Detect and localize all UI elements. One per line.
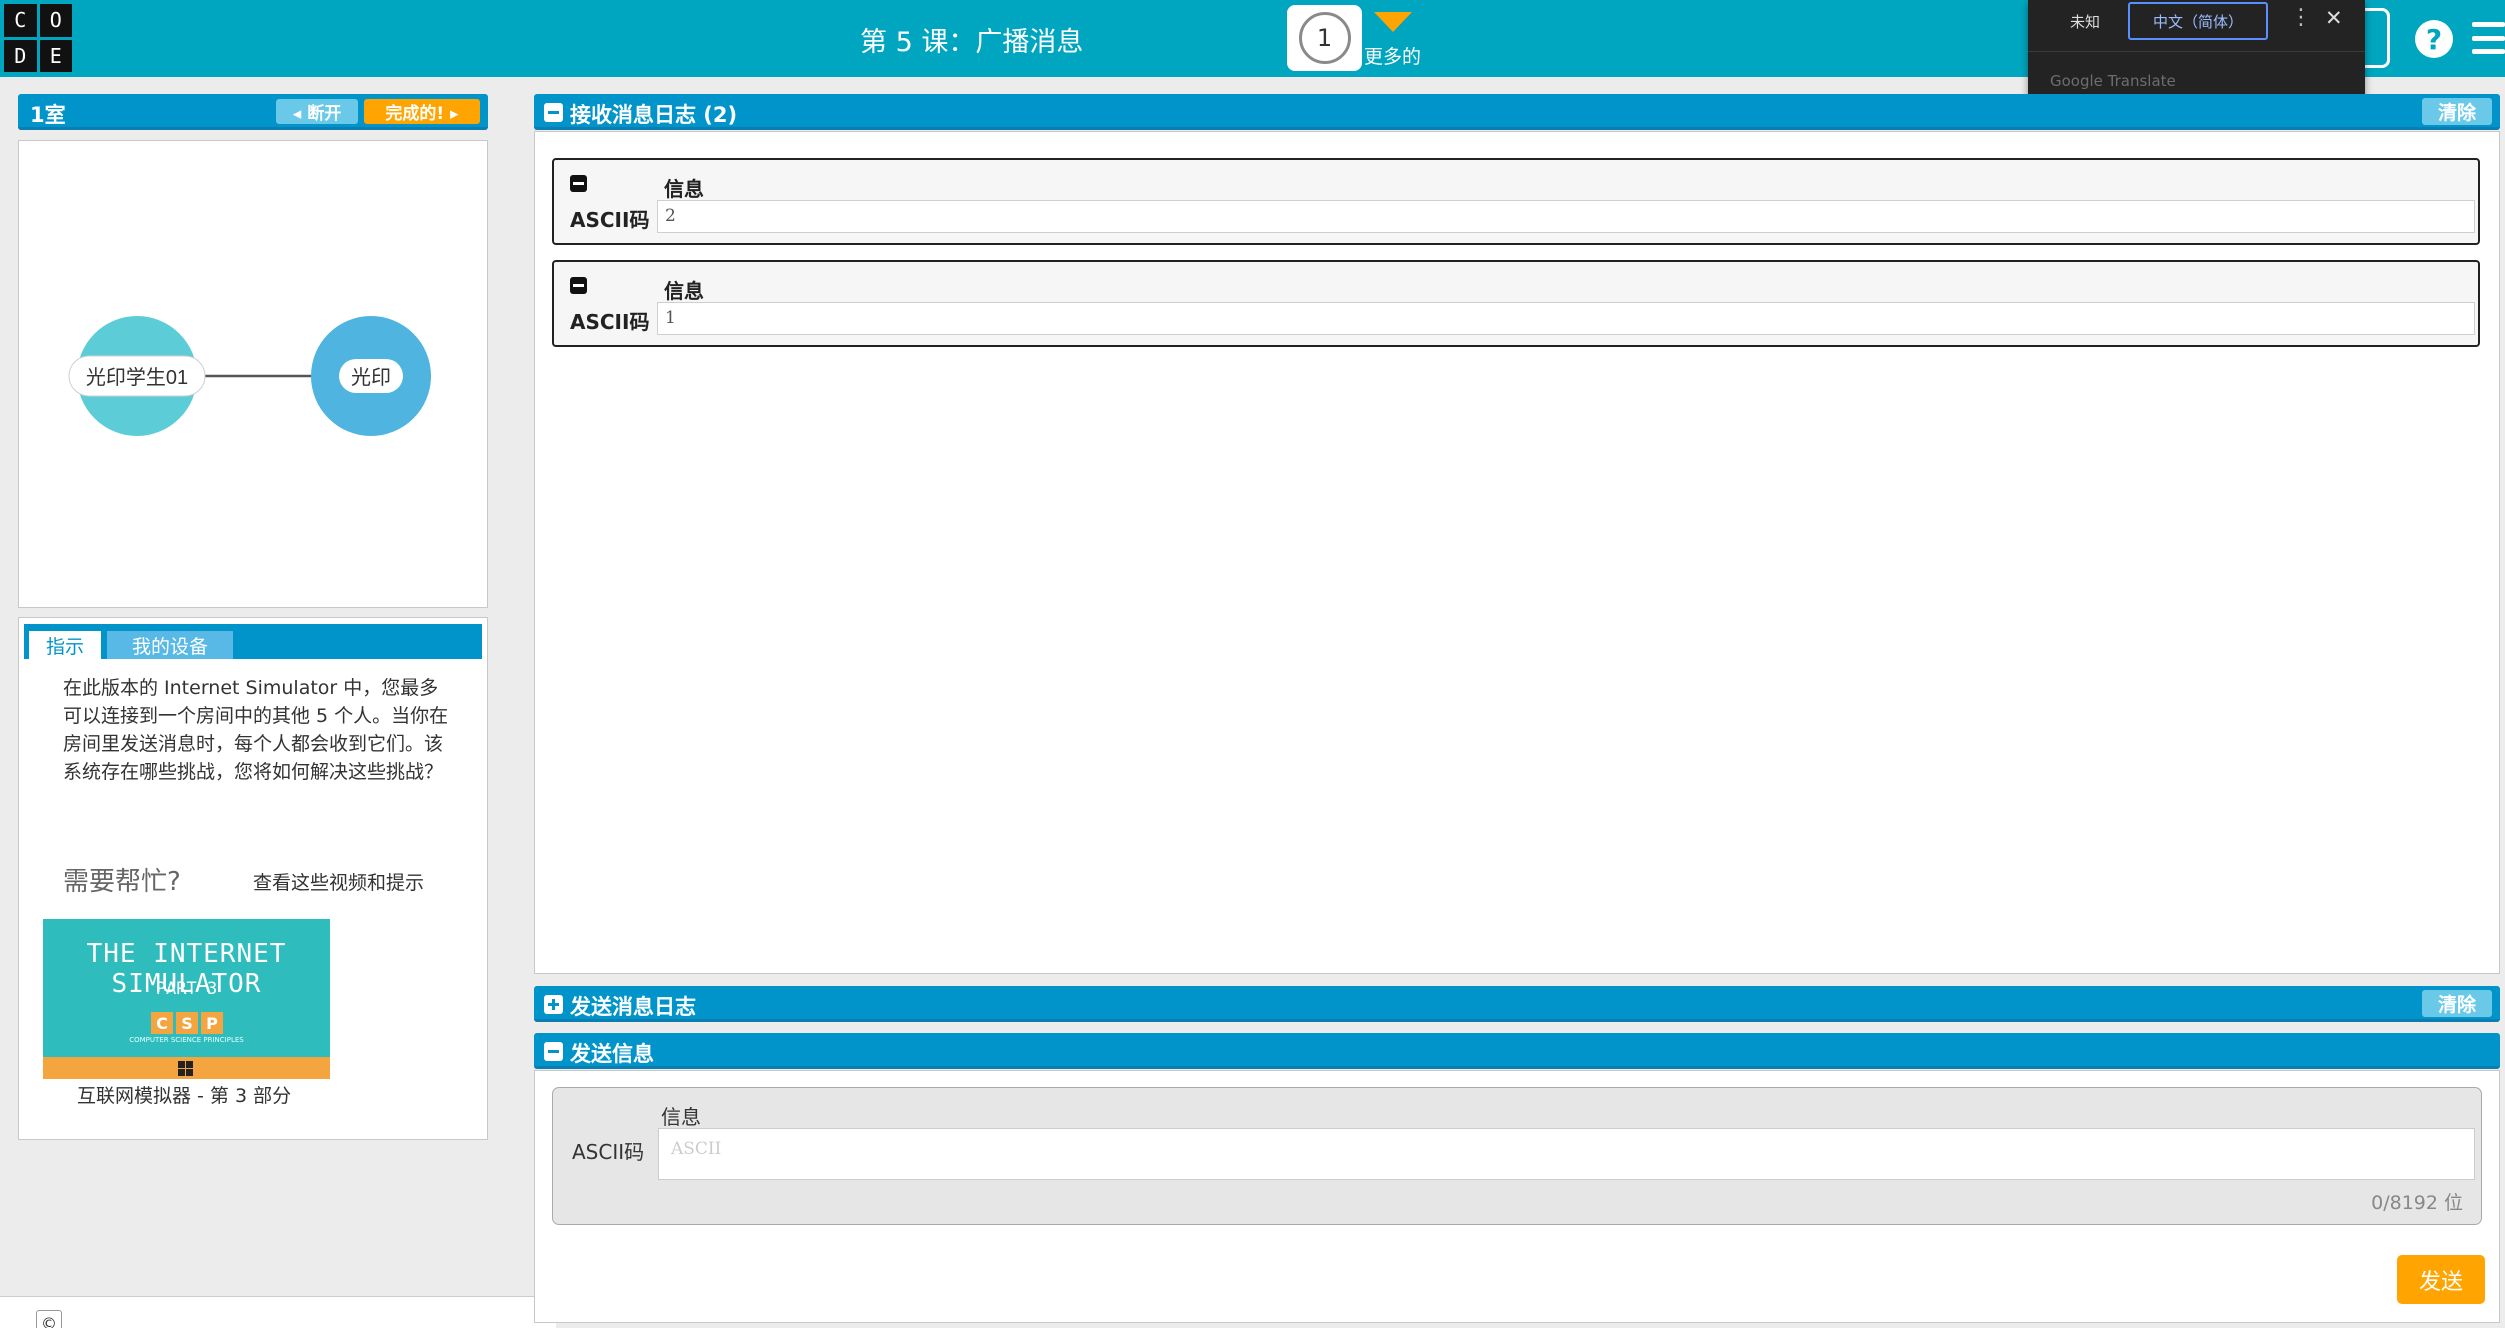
message-label: 信息: [664, 177, 704, 201]
translate-tab-chinese[interactable]: 中文（简体）: [2128, 2, 2268, 40]
send-message-header: 发送信息: [534, 1033, 2500, 1069]
node-left-label: 光印学生01: [86, 366, 188, 389]
message-encoding: ASCII码: [570, 208, 650, 232]
send-message-title: 发送信息: [570, 1042, 654, 1066]
instructions-tabbar: 指示 我的设备: [24, 624, 482, 659]
footer-strip: [0, 1296, 556, 1328]
tab-instructions[interactable]: 指示: [29, 631, 101, 659]
help-icon[interactable]: ?: [2415, 20, 2453, 58]
send-message-card: 信息 ASCII码 ASCII 0/8192 位: [552, 1087, 2482, 1225]
help-videos-link[interactable]: 查看这些视频和提示: [253, 868, 424, 895]
message-label: 信息: [664, 279, 704, 303]
translate-divider: [2028, 51, 2365, 52]
message-input[interactable]: ASCII: [658, 1128, 2475, 1180]
finish-button[interactable]: 完成的! ▸: [364, 99, 480, 124]
help-title: 需要帮忙?: [63, 867, 181, 897]
translate-tab-unknown[interactable]: 未知: [2070, 11, 2100, 32]
copyright-icon[interactable]: ©: [36, 1310, 62, 1328]
csp-letter: C: [151, 1012, 173, 1034]
message-encoding: ASCII码: [570, 310, 650, 334]
sent-log-title: 发送消息日志: [570, 995, 696, 1019]
received-log-header: 接收消息日志 (2) 清除: [534, 94, 2500, 130]
clear-received-button[interactable]: 清除: [2422, 98, 2492, 125]
video-caption[interactable]: 互联网模拟器 - 第 3 部分: [77, 1081, 291, 1108]
hamburger-line: [2472, 22, 2505, 27]
logo-letter: C: [4, 4, 37, 37]
send-button[interactable]: 发送: [2397, 1255, 2485, 1304]
message-value[interactable]: 2: [657, 200, 2475, 233]
send-encoding[interactable]: ASCII码: [572, 1136, 644, 1165]
send-message-body: 信息 ASCII码 ASCII 0/8192 位 发送: [534, 1070, 2500, 1323]
collapse-icon[interactable]: [544, 103, 563, 122]
lesson-title: 第 5 课：广播消息: [860, 27, 1084, 58]
clear-sent-button[interactable]: 清除: [2422, 990, 2492, 1017]
disconnect-button[interactable]: ◂ 断开: [276, 99, 358, 124]
message-collapse-icon[interactable]: [570, 277, 587, 294]
translate-close-icon[interactable]: ✕: [2325, 8, 2343, 29]
logo-letter: E: [39, 39, 72, 72]
more-link[interactable]: 更多的: [1364, 42, 1421, 69]
room-header: 1室 ◂ 断开 完成的! ▸: [18, 94, 488, 130]
message-collapse-icon[interactable]: [570, 175, 587, 192]
code-mini-logo-icon: [178, 1061, 193, 1076]
hamburger-menu-icon[interactable]: [2472, 22, 2505, 54]
received-log-title: 接收消息日志 (2): [570, 103, 738, 127]
hamburger-line: [2472, 49, 2505, 54]
logo-letter: O: [39, 4, 72, 37]
csp-badge: C S P: [151, 1012, 223, 1034]
more-dropdown-arrow-icon[interactable]: [1374, 12, 1412, 32]
progress-number: 1: [1298, 12, 1351, 64]
received-log-body: 信息 ASCII码 2 信息 ASCII码 1: [534, 131, 2500, 974]
node-right-label: 光印: [351, 366, 391, 389]
instructions-text: 在此版本的 Internet Simulator 中，您最多可以连接到一个房间中…: [63, 677, 449, 783]
room-name: 1室: [30, 103, 66, 127]
send-message-label: 信息: [661, 1105, 701, 1129]
received-message-card: 信息 ASCII码 2: [552, 158, 2480, 245]
sent-log-header[interactable]: 发送消息日志 清除: [534, 986, 2500, 1022]
bit-counter: 0/8192 位: [2371, 1192, 2463, 1214]
csp-letter: S: [176, 1012, 198, 1034]
translate-brand: Google Translate: [2050, 72, 2176, 90]
message-value[interactable]: 1: [657, 302, 2475, 335]
collapse-icon[interactable]: [544, 1042, 563, 1061]
video-thumbnail[interactable]: THE INTERNET SIMULATOR PART 3 C S P COMP…: [43, 919, 330, 1079]
instructions-panel: 指示 我的设备 在此版本的 Internet Simulator 中，您最多可以…: [18, 617, 488, 1140]
translate-more-icon[interactable]: ⋮: [2290, 7, 2312, 29]
progress-bubble[interactable]: 1: [1287, 5, 1362, 71]
network-diagram: 光印学生01 光印: [18, 140, 488, 608]
video-part: PART 3: [155, 979, 218, 999]
received-message-card: 信息 ASCII码 1: [552, 260, 2480, 347]
csp-letter: P: [201, 1012, 223, 1034]
network-graph: 光印学生01 光印: [68, 316, 431, 436]
tab-my-device[interactable]: 我的设备: [107, 631, 233, 659]
expand-icon[interactable]: [544, 995, 563, 1014]
logo-letter: D: [4, 39, 37, 72]
hamburger-line: [2472, 35, 2505, 41]
code-org-logo[interactable]: C O D E: [4, 4, 72, 72]
csp-subtitle: COMPUTER SCIENCE PRINCIPLES: [129, 1036, 244, 1044]
